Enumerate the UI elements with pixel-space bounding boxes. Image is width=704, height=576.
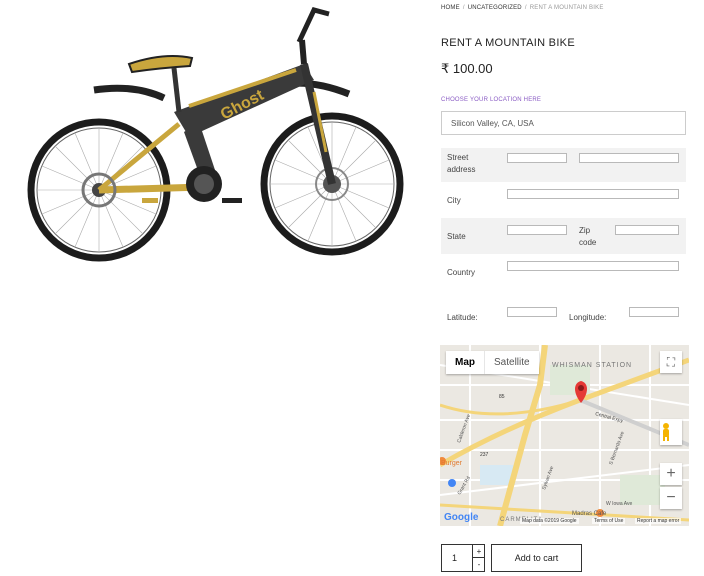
city-field[interactable] [507, 189, 679, 199]
zip-code-label: Zip code [579, 226, 597, 247]
product-price: ₹ 100.00 [441, 61, 493, 76]
street-address-label: Street address [447, 153, 476, 174]
quantity-input[interactable]: 1 [452, 553, 457, 563]
breadcrumb-current: RENT A MOUNTAIN BIKE [529, 5, 604, 11]
map-attribution: Map data ©2019 Google [520, 518, 579, 524]
map-terms-link[interactable]: Terms of Use [592, 518, 626, 524]
map-madras-label: Madras Cafe [572, 511, 607, 517]
breadcrumb-separator: / [462, 5, 465, 11]
add-to-cart-button[interactable]: Add to cart [491, 544, 582, 572]
mountain-bike-illustration: Ghost [27, 7, 404, 262]
map-burger-label: Burger [441, 460, 463, 467]
location-input[interactable]: Silicon Valley, CA, USA [441, 111, 686, 135]
city-row: City [441, 182, 686, 218]
zoom-out-button[interactable]: − [660, 487, 682, 509]
country-field[interactable] [507, 261, 679, 271]
state-field[interactable] [507, 225, 567, 235]
street-view-pegman-icon[interactable] [660, 419, 682, 445]
google-logo-text: Google [444, 512, 479, 523]
breadcrumb: HOME / UNCATEGORIZED / RENT A MOUNTAIN BIKE [441, 5, 604, 11]
street-name-field[interactable] [579, 153, 679, 163]
map-route-85: 85 [499, 394, 505, 400]
product-image: Ghost [14, 2, 414, 264]
latitude-label: Latitude: [447, 313, 478, 322]
map-type-map-button[interactable]: Map [446, 351, 485, 374]
google-logo: Google [444, 512, 478, 523]
map-type-control: Map Satellite [446, 351, 539, 374]
street-number-field[interactable] [507, 153, 567, 163]
breadcrumb-category[interactable]: UNCATEGORIZED [468, 5, 522, 11]
location-label: CHOOSE YOUR LOCATION HERE [441, 97, 542, 103]
map-report-link[interactable]: Report a map error [635, 518, 682, 524]
product-page: Ghost HOME / UNCATEGORIZED / RENT A MOUNTAIN… [0, 0, 704, 576]
breadcrumb-home[interactable]: HOME [441, 5, 460, 11]
zoom-in-button[interactable]: + [660, 463, 682, 485]
map-route-237: 237 [480, 452, 489, 458]
city-label: City [447, 196, 461, 205]
state-zip-row: State Zip code [441, 218, 686, 254]
fullscreen-icon[interactable]: ⛶ [660, 351, 682, 373]
breadcrumb-separator: / [524, 5, 527, 11]
country-row: Country [441, 254, 686, 290]
location-map[interactable]: WHISMAN STATION Central Expy Madras Cafe… [440, 345, 689, 526]
street-address-row: Street address [441, 148, 686, 182]
longitude-field[interactable] [629, 307, 679, 317]
quantity-increase-button[interactable]: + [472, 545, 485, 558]
product-title: RENT A MOUNTAIN BIKE [441, 37, 575, 49]
longitude-label: Longitude: [569, 313, 607, 322]
zip-code-field[interactable] [615, 225, 679, 235]
map-iowa-label: W Iowa Ave [606, 501, 633, 507]
quantity-stepper: 1 + - [441, 544, 485, 572]
coordinates-row: Latitude: Longitude: [441, 298, 686, 334]
map-type-satellite-button[interactable]: Satellite [485, 351, 539, 374]
latitude-field[interactable] [507, 307, 557, 317]
map-station-label: WHISMAN STATION [552, 362, 632, 369]
quantity-decrease-button[interactable]: - [472, 558, 485, 571]
country-label: Country [447, 268, 476, 277]
state-label: State [447, 232, 466, 241]
